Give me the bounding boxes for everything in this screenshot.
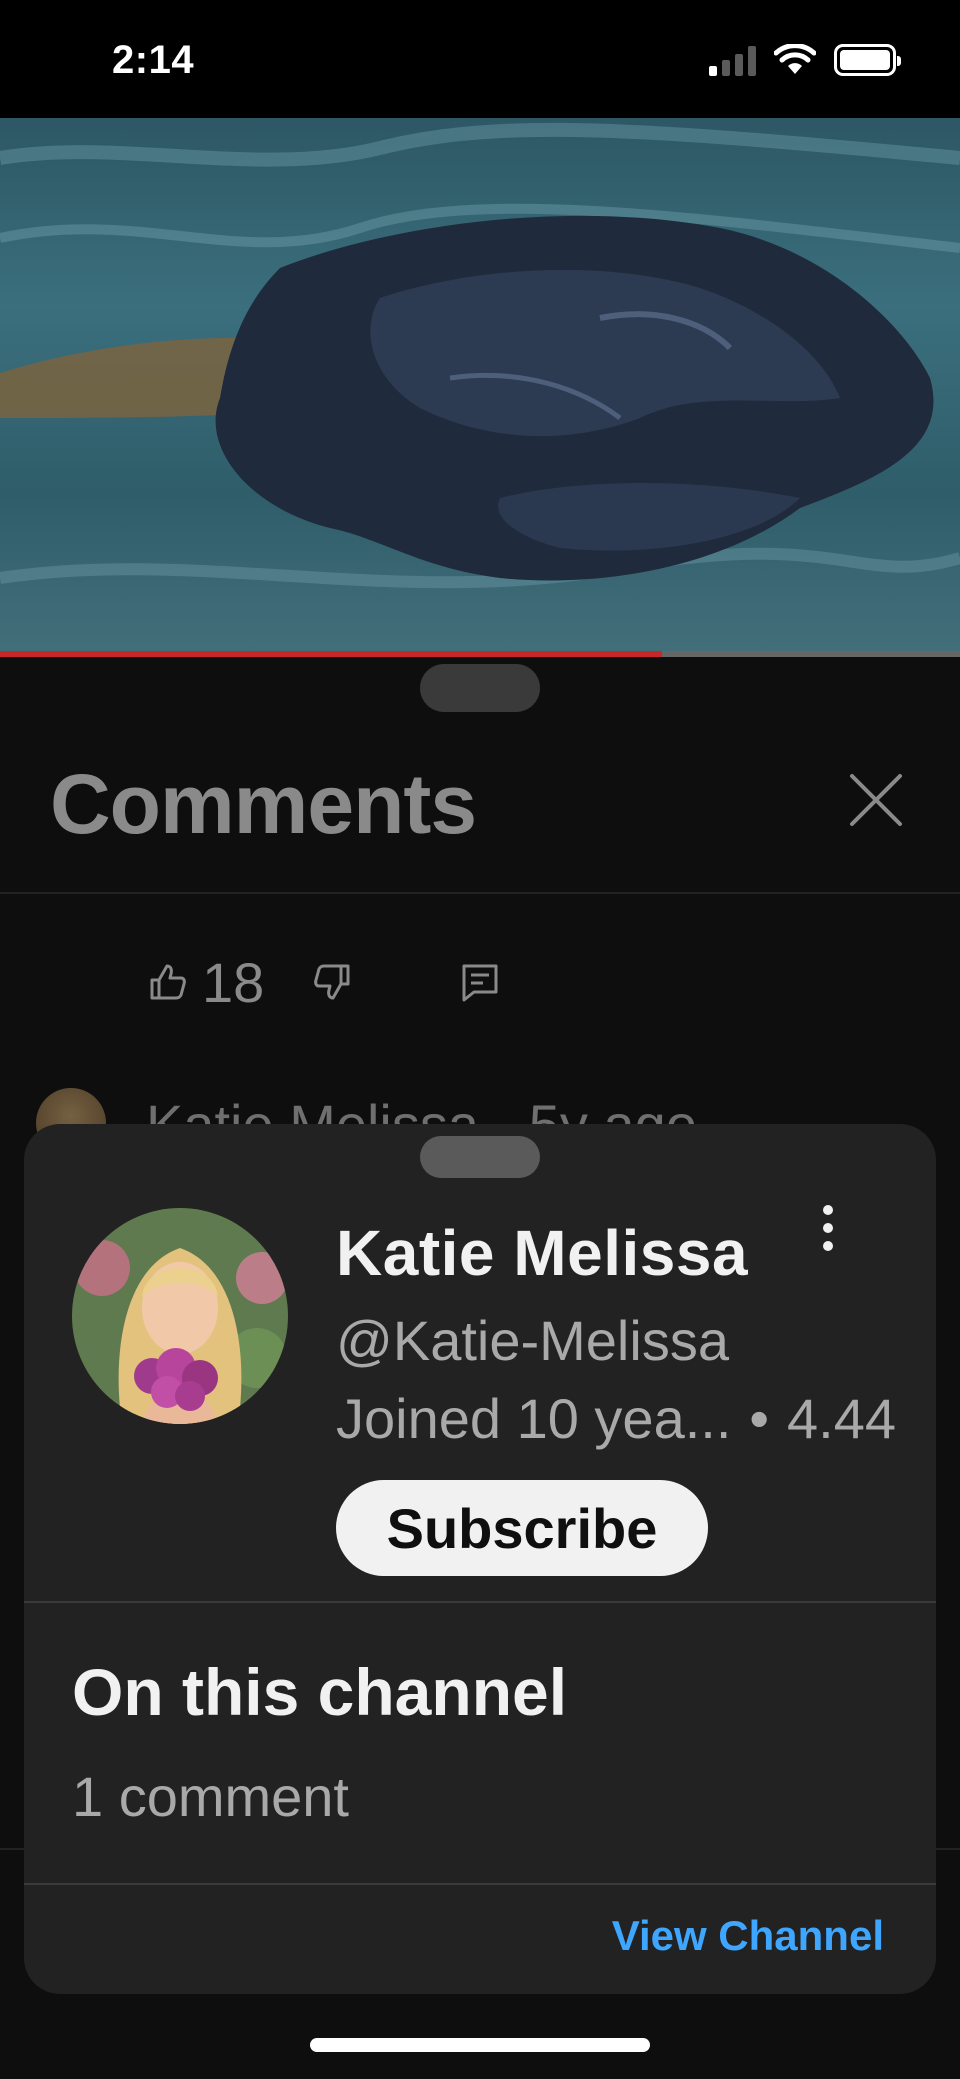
thumbs-down-icon[interactable]	[312, 962, 352, 1002]
thumbs-up-icon[interactable]	[148, 962, 188, 1002]
subscribe-button[interactable]: Subscribe	[336, 1480, 708, 1576]
channel-handle: @Katie-Melissa	[336, 1309, 729, 1372]
video-frame	[0, 122, 960, 589]
status-time: 2:14	[112, 38, 195, 82]
wifi-icon	[774, 44, 816, 76]
more-options-icon[interactable]	[808, 1200, 848, 1260]
channel-avatar[interactable]	[72, 1208, 288, 1424]
meta-separator: •	[749, 1387, 769, 1450]
home-indicator[interactable]	[310, 2038, 650, 2052]
comments-title: Comments	[50, 757, 477, 851]
card-footer-divider	[24, 1883, 936, 1885]
video-player[interactable]	[0, 118, 960, 656]
section-title: On this channel	[72, 1655, 568, 1729]
channel-name: Katie Melissa	[336, 1217, 749, 1289]
comment-count: 1 comment	[72, 1765, 349, 1828]
comments-drag-handle[interactable]	[420, 664, 540, 712]
joined-text: Joined 10 yea...	[336, 1387, 732, 1450]
channel-card: Katie Melissa @Katie-Melissa Joined 10 y…	[24, 1124, 936, 1994]
battery-icon	[834, 44, 901, 76]
status-icons	[709, 44, 901, 76]
card-drag-handle[interactable]	[420, 1136, 540, 1178]
channel-meta: Joined 10 yea... • 4.44	[336, 1386, 896, 1451]
card-divider	[24, 1601, 936, 1603]
subscriber-count: 4.44	[787, 1387, 896, 1450]
reply-icon[interactable]	[460, 962, 500, 1002]
comment-actions: 18	[148, 950, 500, 1014]
status-bar: 2:14	[0, 0, 960, 118]
like-count: 18	[202, 950, 265, 1014]
view-channel-button[interactable]: View Channel	[612, 1912, 884, 1960]
close-icon[interactable]	[846, 770, 906, 830]
cellular-signal-icon	[709, 44, 756, 76]
comments-header-divider	[0, 892, 960, 894]
